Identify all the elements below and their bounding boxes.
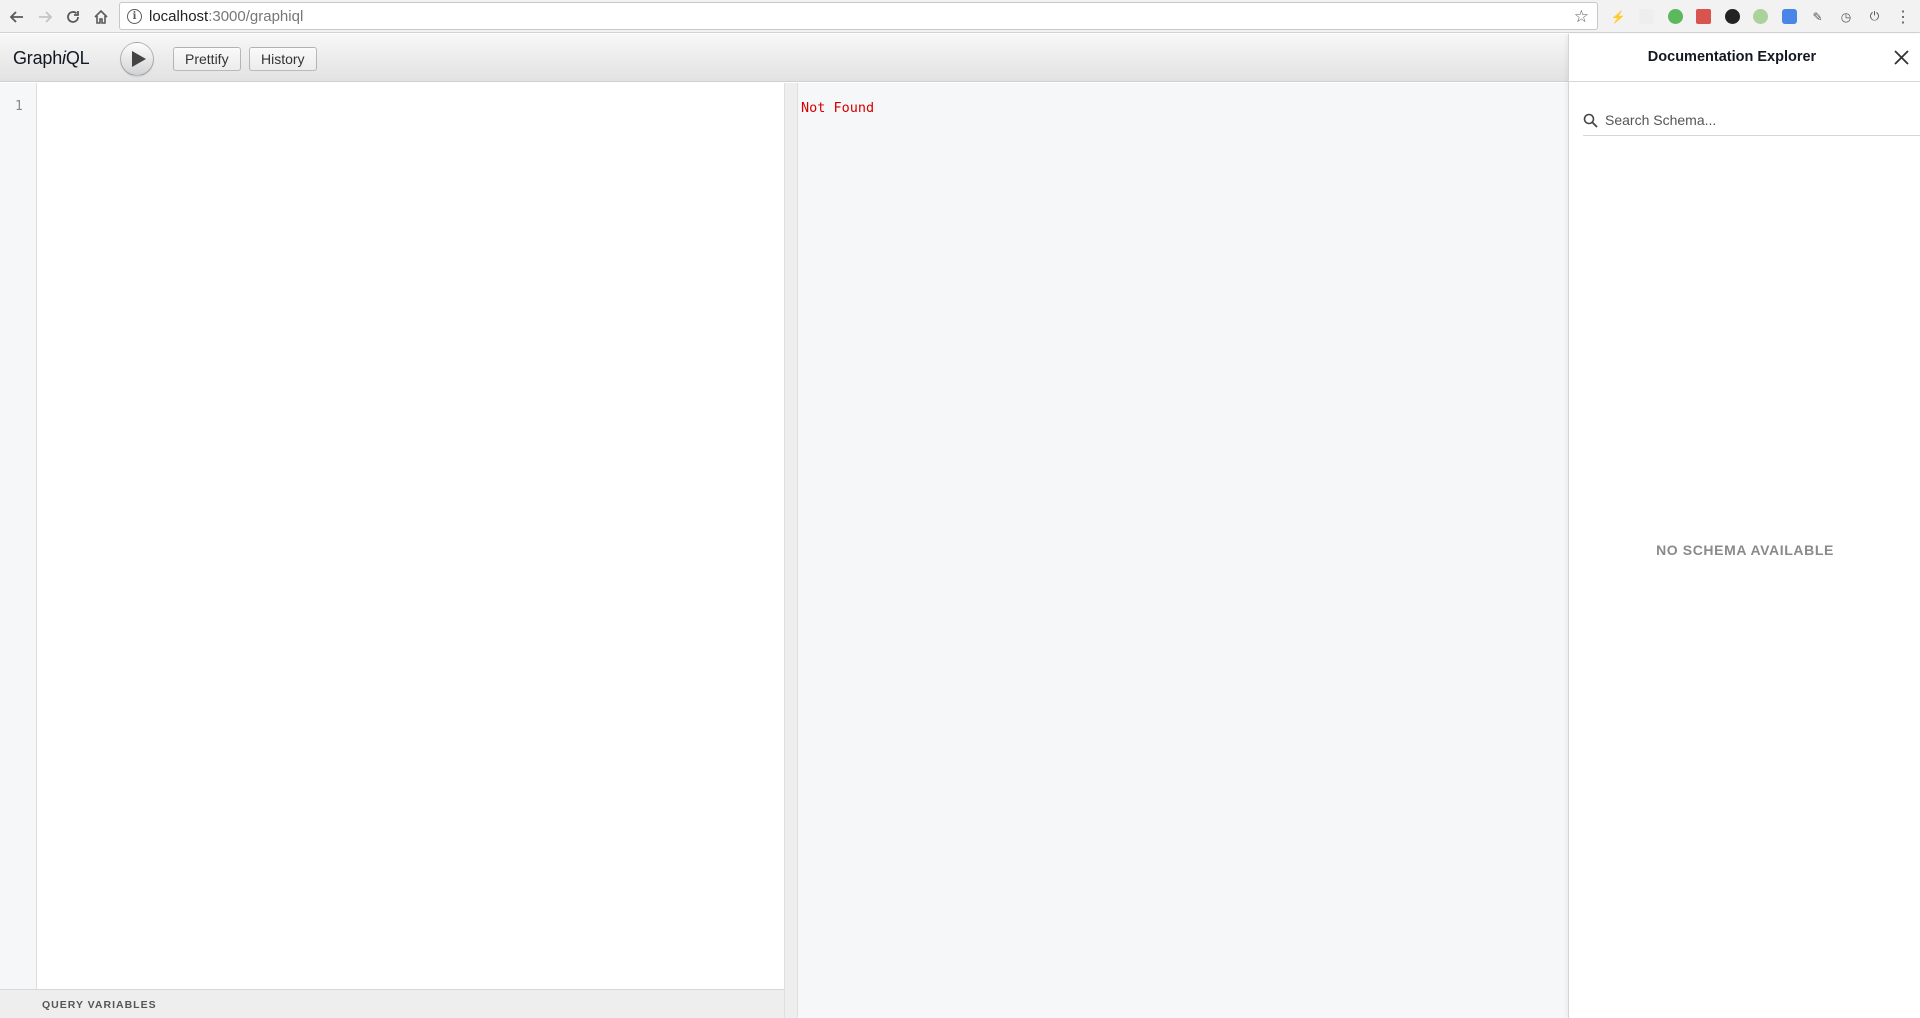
app-title: GraphiQL (13, 48, 90, 69)
reload-icon (66, 10, 79, 23)
line-number: 1 (15, 99, 23, 114)
power-icon[interactable]: ⏻ (1865, 7, 1885, 27)
title-part: Graph (13, 48, 63, 68)
title-part: QL (65, 48, 90, 68)
eyedropper-icon[interactable]: ✎ (1808, 7, 1828, 27)
history-button[interactable]: History (249, 47, 317, 71)
info-icon[interactable]: i (127, 8, 142, 24)
no-schema-message: NO SCHEMA AVAILABLE (1656, 542, 1834, 558)
close-icon[interactable] (1893, 49, 1910, 66)
extension-icon[interactable] (1751, 7, 1771, 27)
docs-search (1583, 105, 1920, 136)
translate-icon[interactable] (1779, 7, 1799, 27)
graphiql-app: GraphiQL Prettify History 1 QUERY VARIAB… (0, 34, 1920, 1018)
search-icon (1583, 113, 1598, 128)
extension-icon[interactable] (1722, 7, 1742, 27)
execute-button[interactable] (120, 42, 154, 76)
forward-icon (38, 10, 52, 23)
home-icon (93, 9, 108, 24)
extensions-area: ⚡ ✎ ◷ ⏻ ⋮ (1608, 0, 1920, 33)
reload-button[interactable] (58, 2, 87, 31)
play-icon (131, 51, 146, 67)
clock-icon[interactable]: ◷ (1836, 7, 1856, 27)
pane-resizer[interactable] (784, 83, 798, 1018)
editor-pane: GraphiQL Prettify History 1 QUERY VARIAB… (0, 34, 1568, 1018)
star-icon[interactable]: ☆ (1574, 7, 1589, 27)
docs-title: Documentation Explorer (1647, 49, 1817, 65)
prettify-button[interactable]: Prettify (173, 47, 241, 71)
back-icon (9, 10, 23, 23)
lightning-icon[interactable]: ⚡ (1608, 7, 1628, 27)
graphiql-toolbar: GraphiQL Prettify History (0, 34, 1568, 82)
home-button[interactable] (86, 2, 115, 31)
url-path: :3000/graphiql (208, 7, 304, 25)
line-gutter: 1 (0, 83, 37, 1018)
extension-icon[interactable] (1665, 7, 1685, 27)
docs-header: Documentation Explorer (1569, 34, 1920, 82)
result-text: Not Found (801, 100, 875, 116)
url-host: localhost (149, 7, 209, 25)
back-button[interactable] (2, 2, 31, 31)
forward-button[interactable] (30, 2, 59, 31)
menu-icon[interactable]: ⋮ (1893, 7, 1913, 27)
extension-icon[interactable] (1694, 7, 1714, 27)
query-editor[interactable]: 1 QUERY VARIABLES (0, 83, 784, 1018)
query-variables-bar[interactable]: QUERY VARIABLES (0, 989, 784, 1018)
result-window: Not Found (798, 83, 1568, 1018)
query-variables-label: QUERY VARIABLES (42, 999, 157, 1011)
documentation-explorer: Documentation Explorer NO SCHEMA AVAILAB… (1568, 34, 1920, 1018)
browser-toolbar: i localhost:3000/graphiql ☆ ⚡ ✎ ◷ ⏻ ⋮ (0, 0, 1920, 33)
search-schema-input[interactable] (1605, 112, 1905, 128)
extension-icon[interactable] (1637, 7, 1657, 27)
address-bar[interactable]: i localhost:3000/graphiql ☆ (119, 2, 1598, 30)
